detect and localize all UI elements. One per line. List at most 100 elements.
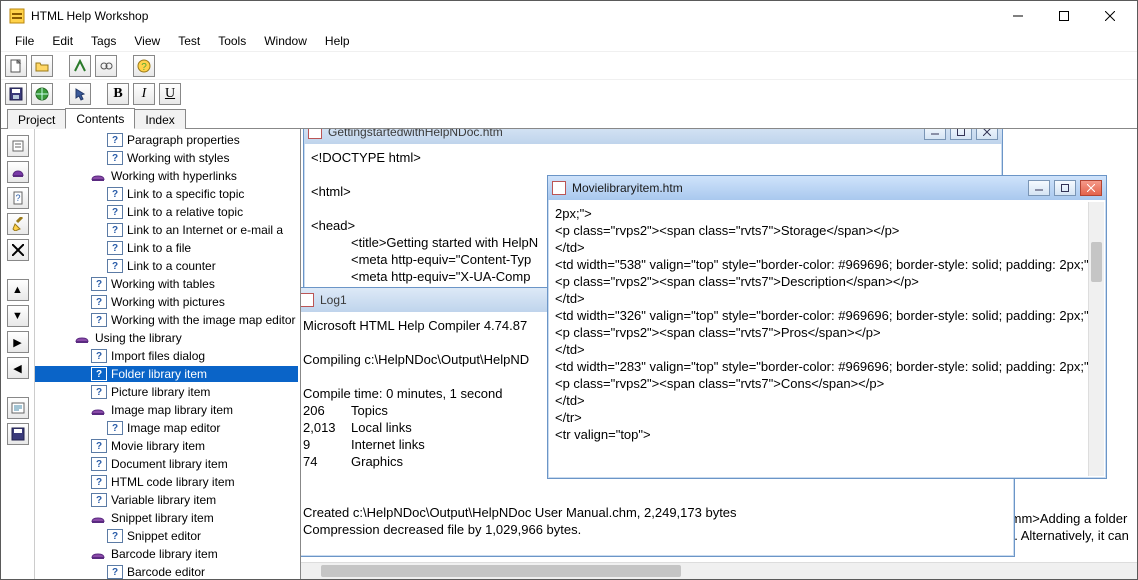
source-view[interactable]: 2px;"> <p class="rvps2"><span class="rvt…: [549, 201, 1105, 477]
tree-item[interactable]: ?Picture library item: [35, 384, 298, 400]
window-title: HTML Help Workshop: [31, 9, 148, 23]
tree-item[interactable]: ?Import files dialog: [35, 348, 298, 364]
tree-item[interactable]: ?Link to a counter: [35, 258, 298, 274]
child-window-titlebar[interactable]: GettingstartedwithHelpNDoc.htm: [304, 129, 1002, 144]
child-window-movie-library[interactable]: Movielibraryitem.htm 2px;"> <p class="rv…: [547, 175, 1107, 479]
tree-item[interactable]: ?Link to a file: [35, 240, 298, 256]
move-right-icon[interactable]: ▶: [7, 331, 29, 353]
page-icon: ?: [107, 205, 123, 219]
move-down-icon[interactable]: ▼: [7, 305, 29, 327]
tree-item[interactable]: ? Paragraph properties: [35, 132, 298, 148]
page-icon: ?: [107, 187, 123, 201]
tree-item[interactable]: ?Barcode editor: [35, 564, 298, 579]
insert-page-icon[interactable]: ?: [7, 187, 29, 209]
save-icon[interactable]: [5, 83, 27, 105]
new-file-icon[interactable]: [5, 55, 27, 77]
tree-item[interactable]: Snippet library item: [35, 510, 298, 526]
vertical-scrollbar[interactable]: [1088, 202, 1104, 476]
move-up-icon[interactable]: ▲: [7, 279, 29, 301]
tree-item[interactable]: ? Document library item: [35, 456, 298, 472]
tree-item-label: Paragraph properties: [127, 133, 240, 147]
child-minimize-button[interactable]: [924, 129, 946, 140]
select-tool-icon[interactable]: [69, 83, 91, 105]
edit-selection-icon[interactable]: [7, 213, 29, 235]
tree-item[interactable]: ?Link to a specific topic: [35, 186, 298, 202]
italic-button[interactable]: I: [133, 83, 155, 105]
close-button[interactable]: [1087, 2, 1133, 30]
child-maximize-button[interactable]: [950, 129, 972, 140]
help-icon[interactable]: ?: [133, 55, 155, 77]
child-window-title: Movielibraryitem.htm: [572, 181, 683, 195]
tree-item-label: Working with the image map editor: [111, 313, 296, 327]
tree-item-label: Link to a relative topic: [127, 205, 243, 219]
tree-item-label: Import files dialog: [111, 349, 205, 363]
tree-item[interactable]: ?HTML code library item: [35, 474, 298, 490]
contents-tree[interactable]: ? Paragraph properties ?Working with style…: [35, 129, 300, 579]
tree-item[interactable]: ?Movie library item: [35, 438, 298, 454]
contents-toolbar: ? ▲ ▼ ▶ ◀: [1, 129, 35, 579]
document-icon: [308, 129, 322, 139]
tree-item-label: Document library item: [111, 457, 228, 471]
tree-item[interactable]: Barcode library item: [35, 546, 298, 562]
tree-item[interactable]: ?Working with tables: [35, 276, 298, 292]
page-icon: ?: [91, 295, 107, 309]
tree-item[interactable]: ?Link to an Internet or e-mail a: [35, 222, 298, 238]
tree-item-label: Image map library item: [111, 403, 233, 417]
maximize-button[interactable]: [1041, 2, 1087, 30]
tree-item[interactable]: ?Image map editor: [35, 420, 298, 436]
page-icon: ?: [107, 223, 123, 237]
page-icon: ?: [107, 133, 123, 147]
view-compiled-icon[interactable]: [95, 55, 117, 77]
underline-button[interactable]: U: [159, 83, 181, 105]
tree-item[interactable]: Working with hyperlinks: [35, 168, 298, 184]
tree-item[interactable]: ?Working with pictures: [35, 294, 298, 310]
move-left-icon[interactable]: ◀: [7, 357, 29, 379]
child-window-title: Log1: [320, 293, 347, 307]
tree-item[interactable]: Using the library: [35, 330, 298, 346]
child-close-button[interactable]: [976, 129, 998, 140]
scrollbar-thumb[interactable]: [1091, 242, 1102, 282]
tree-item[interactable]: Image map library item: [35, 402, 298, 418]
contents-panel: ? ▲ ▼ ▶ ◀ ?Paragraph properties?Working …: [1, 129, 301, 579]
save-contents-icon[interactable]: [7, 423, 29, 445]
book-icon: [91, 169, 107, 183]
child-maximize-button[interactable]: [1054, 180, 1076, 196]
menu-view[interactable]: View: [126, 32, 168, 50]
page-icon: ?: [91, 367, 107, 381]
menu-tools[interactable]: Tools: [210, 32, 254, 50]
scrollbar-thumb[interactable]: [321, 565, 681, 577]
browser-preview-icon[interactable]: [31, 83, 53, 105]
view-source-icon[interactable]: [7, 397, 29, 419]
mdi-area: d in e all .mm>Adding a folder e. Altern…: [301, 129, 1137, 579]
bold-button[interactable]: B: [107, 83, 129, 105]
tree-item-label: Picture library item: [111, 385, 210, 399]
menu-window[interactable]: Window: [256, 32, 315, 50]
tree-item-label: Movie library item: [111, 439, 205, 453]
tab-contents[interactable]: Contents: [65, 108, 135, 129]
insert-heading-icon[interactable]: [7, 161, 29, 183]
minimize-button[interactable]: [995, 2, 1041, 30]
title-bar: HTML Help Workshop: [1, 1, 1137, 31]
page-icon: ?: [91, 457, 107, 471]
child-window-titlebar[interactable]: Movielibraryitem.htm: [548, 176, 1106, 200]
menu-file[interactable]: File: [7, 32, 42, 50]
horizontal-scrollbar[interactable]: [301, 562, 1137, 579]
tree-item[interactable]: ?Folder library item: [35, 366, 298, 382]
menu-edit[interactable]: Edit: [44, 32, 81, 50]
tree-item[interactable]: ?Working with the image map editor: [35, 312, 298, 328]
tree-item[interactable]: ?Snippet editor: [35, 528, 298, 544]
tree-item[interactable]: ?Working with styles: [35, 150, 298, 166]
tree-item[interactable]: ? Link to a relative topic: [35, 204, 298, 220]
properties-icon[interactable]: [7, 135, 29, 157]
menu-test[interactable]: Test: [170, 32, 208, 50]
tree-item[interactable]: ?Variable library item: [35, 492, 298, 508]
menu-tags[interactable]: Tags: [83, 32, 124, 50]
child-minimize-button[interactable]: [1028, 180, 1050, 196]
compile-icon[interactable]: [69, 55, 91, 77]
tab-project[interactable]: Project: [7, 109, 66, 129]
delete-selection-icon[interactable]: [7, 239, 29, 261]
open-folder-icon[interactable]: [31, 55, 53, 77]
tab-index[interactable]: Index: [134, 109, 185, 129]
child-close-button[interactable]: [1080, 180, 1102, 196]
menu-help[interactable]: Help: [317, 32, 358, 50]
